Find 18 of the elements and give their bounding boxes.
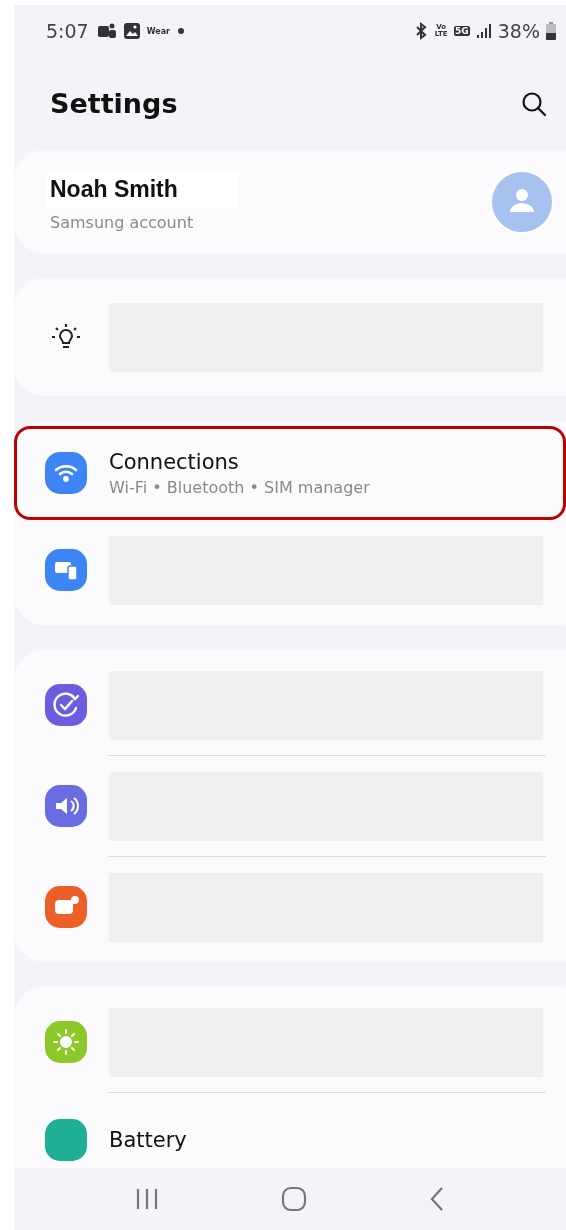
- battery-icon: [546, 22, 556, 40]
- account-name: Noah Smith: [46, 171, 238, 209]
- status-time: 5:07: [46, 20, 89, 42]
- page-title: Settings: [50, 88, 178, 119]
- dot-icon: [176, 26, 186, 36]
- account-card[interactable]: Noah Smith Samsung account: [14, 150, 566, 253]
- image-icon: [122, 22, 141, 40]
- home-icon[interactable]: [281, 1186, 307, 1212]
- item-subtitle: Wi-Fi • Bluetooth • SIM manager: [109, 477, 370, 497]
- bluetooth-icon: [414, 22, 429, 40]
- account-subtitle: Samsung account: [50, 212, 195, 232]
- battery-percent: 38%: [497, 20, 540, 42]
- item-title: Battery: [109, 1128, 187, 1152]
- item-title: Connections: [109, 449, 240, 474]
- signal-icon: [475, 23, 492, 39]
- wear-label: Wear: [146, 26, 170, 36]
- network-label: 5G: [454, 26, 470, 36]
- search-icon[interactable]: [520, 89, 548, 118]
